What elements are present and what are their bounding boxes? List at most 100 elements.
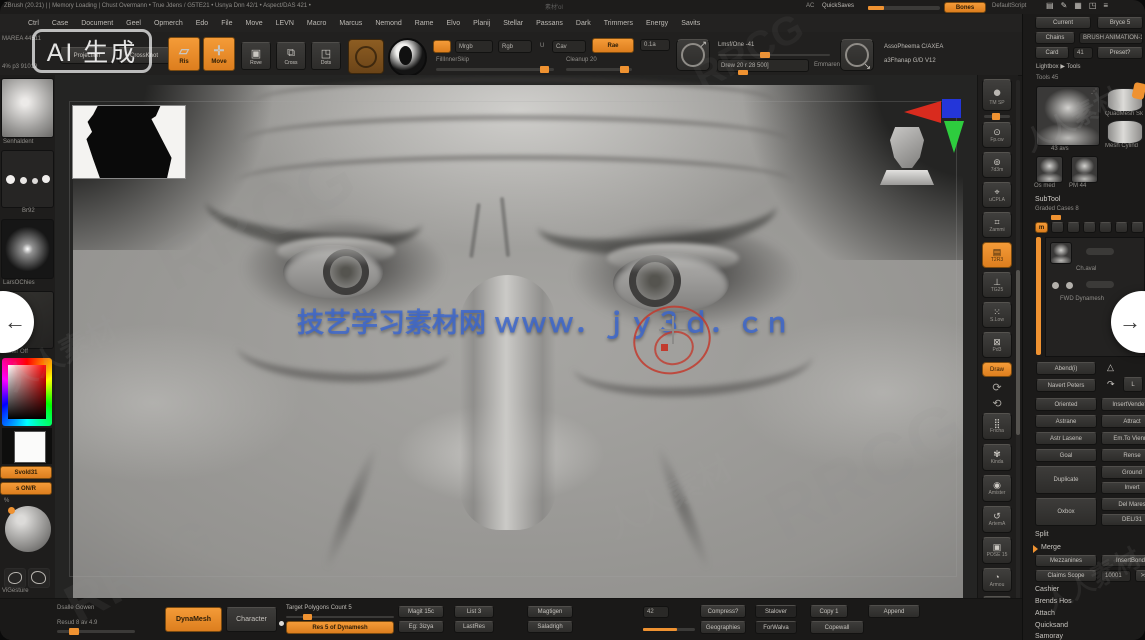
expand-icon[interactable]: ⋰ [1091, 88, 1097, 95]
menu-item[interactable]: Rame [415, 20, 434, 27]
stroke-thumbnail[interactable] [1, 150, 54, 208]
brush-name-field[interactable]: BRUSH ANIMATION-1 [1079, 32, 1143, 44]
axis-z-square[interactable] [942, 99, 961, 118]
aahalf-button[interactable]: ⌗Zammi [982, 212, 1012, 238]
panel-button[interactable]: Mezzanines [1035, 555, 1097, 567]
menu-item[interactable]: Case [52, 20, 68, 27]
menu-item[interactable]: Marcus [339, 20, 362, 27]
small-button[interactable]: Eg: 3izya [398, 621, 444, 633]
menu-item[interactable]: Opmerch [154, 20, 183, 27]
switch-color-button[interactable]: Svold31 [0, 466, 52, 479]
camera-head-widget[interactable] [880, 127, 934, 185]
geographies-button[interactable]: Geographies [700, 621, 746, 634]
quicksave-label[interactable]: QuickSaves [822, 3, 854, 9]
menu-item[interactable]: Passans [536, 20, 563, 27]
append-bottom-button[interactable]: Append [868, 605, 920, 618]
stroke-value-field[interactable]: 0.1a [640, 39, 670, 51]
subtool-dot[interactable] [1052, 282, 1059, 289]
rgb-field[interactable]: Rgb [498, 40, 532, 53]
subtool-scrollbar[interactable] [1036, 237, 1041, 355]
zadd-button[interactable]: Rae [592, 38, 634, 53]
subtool-slider-handle[interactable] [1051, 215, 1061, 220]
l-corner-button[interactable]: L [1123, 377, 1143, 392]
lasso-button-1[interactable] [4, 568, 26, 588]
rgb-intensity-slider[interactable] [436, 68, 554, 71]
small-button[interactable]: Magtigen [527, 606, 573, 618]
up-triangle-icon[interactable]: △ [1107, 362, 1114, 373]
shelf-slider-handle[interactable] [992, 113, 1000, 120]
panel-button[interactable]: Attract [1101, 415, 1145, 428]
recent-tool-thumb-2[interactable] [1071, 156, 1098, 183]
draw-mode-button[interactable]: ▱ Ris [168, 37, 200, 71]
subtool-toggle[interactable] [1083, 222, 1096, 233]
menu-item[interactable]: Elvo [446, 20, 460, 27]
forwalva-button[interactable]: ForWalva [755, 621, 797, 634]
menu-item[interactable]: Stellar [503, 20, 523, 27]
scale-mode-button[interactable]: ▣ Rove [241, 42, 271, 70]
curve-arrow-icon[interactable]: ↷ [1107, 379, 1115, 390]
frame-button[interactable]: ◔Armou [982, 568, 1012, 592]
cav-field[interactable]: Cav [552, 40, 586, 53]
fill-object-button[interactable]: s ON/R [0, 482, 52, 495]
menu-item[interactable]: Ctrl [28, 20, 39, 27]
menu-item[interactable]: Dark [576, 20, 591, 27]
menu-item[interactable]: Edo [196, 20, 208, 27]
panel-button[interactable]: Ground [1101, 466, 1145, 479]
panel-button[interactable]: Del Mares [1101, 498, 1145, 511]
menu-item[interactable]: Trimmers [604, 20, 633, 27]
tool-thumb-cylinder-2[interactable] [1107, 120, 1143, 144]
scale-3d-button[interactable]: ✾Kinda [982, 444, 1012, 471]
copewall-button[interactable]: Copewall [810, 621, 864, 634]
subtool-toggle[interactable] [1115, 222, 1128, 233]
lasso-button-2[interactable] [28, 568, 50, 588]
draw-toggle-button[interactable]: Draw [982, 362, 1012, 377]
compress-button[interactable]: Compress? [700, 605, 746, 618]
brush-thumbnail[interactable] [1, 78, 54, 138]
scroll-button[interactable]: ⊙Fp.cw [982, 122, 1012, 148]
mrgb-toggle[interactable] [433, 40, 451, 53]
material-sphere-button[interactable] [388, 38, 427, 77]
mrgb-field[interactable]: Mrgb [455, 40, 493, 53]
small-button[interactable]: List 3 [454, 606, 494, 618]
panel-button[interactable]: Astr Lasene [1035, 432, 1097, 445]
recent-tool-thumb-1[interactable] [1036, 156, 1063, 183]
draw-size-slider[interactable] [718, 54, 830, 56]
subtool-toggle[interactable] [1099, 222, 1112, 233]
draw-size-handle[interactable] [760, 52, 770, 58]
current-color-swatch[interactable] [14, 431, 46, 463]
panel-button[interactable]: InsertBonds [1101, 555, 1145, 567]
panel-button[interactable]: Em.To Vienna [1101, 432, 1145, 445]
subtool-item-slider[interactable] [1086, 248, 1114, 255]
preset-button[interactable]: Preset? [1097, 47, 1143, 59]
actual-size-button[interactable]: ⌖uCPLA [982, 182, 1012, 208]
menu-item[interactable]: Macro [307, 20, 326, 27]
small-button[interactable]: Saladrigh [527, 621, 573, 633]
lightbox-tools-row[interactable]: Lightbox ▶ Tools [1036, 63, 1081, 70]
layout-icon[interactable]: ◳ [1089, 1, 1097, 10]
panel-button[interactable]: Oriented [1035, 398, 1097, 411]
alpha-thumbnail[interactable] [1, 219, 54, 279]
duplicate-button[interactable]: Duplicate [1035, 466, 1097, 494]
rotate-cw-icon[interactable]: ⟳ [992, 381, 1001, 393]
resolution-button[interactable]: Res 5 of Dynamesh [286, 621, 394, 634]
panel-scrollbar-thumb[interactable] [1016, 270, 1020, 435]
append-button[interactable]: Abend(i) [1036, 362, 1096, 375]
panel-button[interactable]: Astrane [1035, 415, 1097, 428]
rgb-intensity-handle[interactable] [540, 66, 549, 73]
axis-x-arrow[interactable] [904, 101, 941, 123]
panel-scrollbar-track[interactable] [1016, 80, 1020, 628]
section-header[interactable]: Brends Hos [1035, 598, 1072, 605]
target-polygons-slider[interactable] [286, 616, 394, 618]
bottom-mini-slider[interactable] [643, 628, 695, 631]
rotate-3d-button[interactable]: ◉Amister [982, 475, 1012, 502]
mask-silhouette-preview[interactable] [72, 105, 186, 179]
panel-button[interactable]: DEL/31 [1101, 514, 1145, 526]
menu-item[interactable]: Nemond [375, 20, 401, 27]
section-header[interactable]: Quicksand [1035, 622, 1068, 629]
panel-button[interactable]: Invert [1101, 482, 1145, 494]
menu-item[interactable]: Geel [126, 20, 141, 27]
menu-item[interactable]: Savits [681, 20, 700, 27]
script-bones-button[interactable]: Bones [944, 2, 986, 13]
small-button[interactable]: Magit 15c [398, 606, 444, 618]
rotate-ccw-icon[interactable]: ⟲ [992, 397, 1001, 409]
